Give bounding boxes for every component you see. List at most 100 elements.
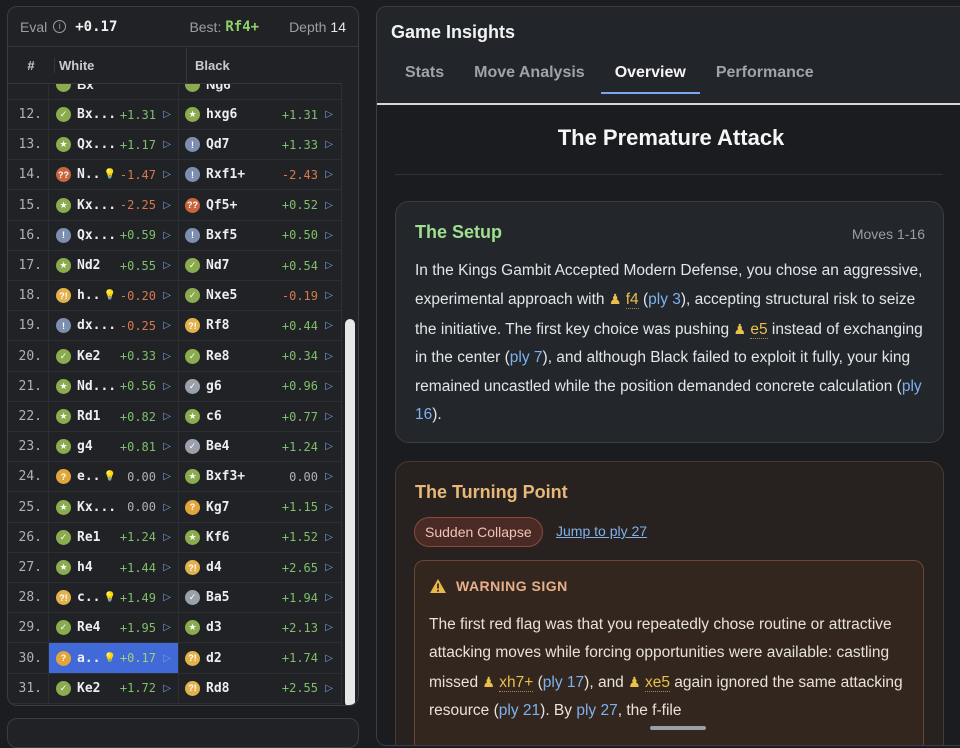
play-icon[interactable]: ▷ [325, 290, 333, 301]
lightbulb-icon[interactable]: 💡 [103, 471, 115, 482]
lightbulb-icon[interactable]: 💡 [103, 290, 115, 301]
play-icon[interactable]: ▷ [325, 139, 333, 150]
white-move-cell[interactable]: ★ h4 +1.44 ▷ [48, 552, 178, 583]
white-move-cell[interactable]: ?! h.. 💡 -0.20 ▷ [48, 280, 178, 311]
play-icon[interactable]: ▷ [163, 320, 171, 331]
white-move: Nd... [77, 378, 117, 394]
black-move-cell[interactable]: ✓ Nxe5 -0.19 ▷ [178, 280, 340, 311]
play-icon[interactable]: ▷ [325, 653, 333, 664]
black-move-cell[interactable]: ★ hxg6 +1.31 ▷ [178, 99, 340, 130]
play-icon[interactable]: ▷ [163, 230, 171, 241]
white-move-cell[interactable]: ✓ Bx... +1.31 ▷ [48, 99, 178, 130]
play-icon[interactable]: ▷ [163, 139, 171, 150]
play-icon[interactable]: ▷ [163, 532, 171, 543]
play-icon[interactable]: ▷ [163, 381, 171, 392]
lightbulb-icon[interactable]: 💡 [103, 592, 115, 603]
play-icon[interactable]: ▷ [163, 592, 171, 603]
black-move-cell[interactable]: ✓ Re8 +0.34 ▷ [178, 341, 340, 372]
lightbulb-icon[interactable]: 💡 [103, 653, 115, 664]
white-move-cell[interactable]: ?! c.. 💡 +1.49 ▷ [48, 582, 178, 613]
white-move-cell[interactable]: ✓ Re4 +1.95 ▷ [48, 612, 178, 643]
white-move-cell[interactable]: ✓ Ke2 +1.72 ▷ [48, 673, 178, 704]
tab-performance[interactable]: Performance [702, 55, 828, 94]
play-icon[interactable]: ▷ [163, 109, 171, 120]
play-icon[interactable]: ▷ [163, 471, 171, 482]
scrollbar-thumb[interactable] [345, 319, 355, 705]
black-move-cell[interactable]: Ng6 [178, 84, 340, 100]
white-move-cell[interactable]: ★ Nd... +0.56 ▷ [48, 371, 178, 402]
play-icon[interactable]: ▷ [325, 441, 333, 452]
lightbulb-icon[interactable]: 💡 [103, 169, 115, 180]
black-move-cell[interactable]: ?! d4 +2.65 ▷ [178, 552, 340, 583]
jump-to-ply-link[interactable]: Jump to ply 27 [556, 523, 647, 539]
black-move-cell[interactable]: ★ Kf6 +1.52 ▷ [178, 522, 340, 553]
play-icon[interactable]: ▷ [163, 290, 171, 301]
white-move-cell[interactable]: ? a.. 💡 +0.17 ▷ [48, 643, 178, 674]
white-move-cell[interactable]: ★ Qx... +1.17 ▷ [48, 129, 178, 160]
black-move-cell[interactable]: ! Bxf5 +0.50 ▷ [178, 220, 340, 251]
white-move-cell[interactable]: ✓ Re1 +1.24 ▷ [48, 522, 178, 553]
play-icon[interactable]: ▷ [325, 169, 333, 180]
white-move-cell[interactable]: ✓ Ke2 +0.33 ▷ [48, 341, 178, 372]
play-icon[interactable]: ▷ [163, 502, 171, 513]
black-move-cell[interactable]: ✓ Ba5 +1.94 ▷ [178, 582, 340, 613]
play-icon[interactable]: ▷ [325, 260, 333, 271]
play-icon[interactable]: ▷ [325, 683, 333, 694]
play-icon[interactable]: ▷ [325, 411, 333, 422]
tab-move-analysis[interactable]: Move Analysis [460, 55, 599, 94]
play-icon[interactable]: ▷ [325, 320, 333, 331]
black-move-cell[interactable]: ★ d3 +2.13 ▷ [178, 612, 340, 643]
play-icon[interactable]: ▷ [325, 230, 333, 241]
white-move-cell[interactable]: ★ Nd2 +0.55 ▷ [48, 250, 178, 281]
black-move-cell[interactable]: ?! Rd8 +2.55 ▷ [178, 673, 340, 704]
play-icon[interactable]: ▷ [163, 169, 171, 180]
white-move-cell[interactable]: ! dx... -0.25 ▷ [48, 310, 178, 341]
white-move-cell[interactable]: ★ Kx... -2.25 ▷ [48, 190, 178, 221]
white-move-cell[interactable]: Bx [48, 84, 178, 100]
scrollbar-track[interactable] [341, 84, 357, 705]
white-move-cell[interactable]: ★ Kx... 0.00 ▷ [48, 492, 178, 523]
play-icon[interactable]: ▷ [163, 260, 171, 271]
white-move-cell[interactable]: ? e.. 💡 0.00 ▷ [48, 461, 178, 492]
horizontal-scroll-indicator[interactable] [650, 726, 706, 730]
move-number: 29. [18, 620, 42, 636]
tab-stats[interactable]: Stats [391, 55, 458, 94]
play-icon[interactable]: ▷ [325, 592, 333, 603]
white-move-cell[interactable]: ! Qx... +0.59 ▷ [48, 220, 178, 251]
play-icon[interactable]: ▷ [163, 411, 171, 422]
black-move-cell[interactable]: ✓ g6 +0.96 ▷ [178, 371, 340, 402]
black-move-cell[interactable]: ! Rxf1+ -2.43 ▷ [178, 159, 340, 190]
black-move-cell[interactable]: ?! d2 +1.74 ▷ [178, 643, 340, 674]
black-move-cell[interactable]: ?! Rf8 +0.44 ▷ [178, 310, 340, 341]
play-icon[interactable]: ▷ [325, 502, 333, 513]
best-move-value[interactable]: Rf4+ [225, 19, 259, 35]
black-move-cell[interactable]: ! Qd7 +1.33 ▷ [178, 129, 340, 160]
play-icon[interactable]: ▷ [325, 622, 333, 633]
info-icon[interactable]: i [53, 20, 67, 33]
play-icon[interactable]: ▷ [325, 532, 333, 543]
play-icon[interactable]: ▷ [325, 109, 333, 120]
play-icon[interactable]: ▷ [325, 471, 333, 482]
white-move-cell[interactable]: ?? N.. 💡 -1.47 ▷ [48, 159, 178, 190]
play-icon[interactable]: ▷ [163, 653, 171, 664]
play-icon[interactable]: ▷ [163, 683, 171, 694]
move-table-body[interactable]: Bx Ng6 12. ✓ Bx... +1.31 ▷ ★ hxg6 +1.31 ▷ 13. ★ Qx...… [8, 84, 342, 705]
play-icon[interactable]: ▷ [163, 562, 171, 573]
play-icon[interactable]: ▷ [163, 351, 171, 362]
play-icon[interactable]: ▷ [163, 441, 171, 452]
tab-overview[interactable]: Overview [600, 55, 700, 94]
play-icon[interactable]: ▷ [163, 622, 171, 633]
play-icon[interactable]: ▷ [325, 562, 333, 573]
black-move-cell[interactable]: ✓ Be4 +1.24 ▷ [178, 431, 340, 462]
play-icon[interactable]: ▷ [325, 351, 333, 362]
black-move-cell[interactable]: ?? Qf5+ +0.52 ▷ [178, 190, 340, 221]
white-move-cell[interactable]: ★ g4 +0.81 ▷ [48, 431, 178, 462]
black-move-cell[interactable]: ★ c6 +0.77 ▷ [178, 401, 340, 432]
white-move-cell[interactable]: ★ Rd1 +0.82 ▷ [48, 401, 178, 432]
play-icon[interactable]: ▷ [325, 200, 333, 211]
play-icon[interactable]: ▷ [163, 200, 171, 211]
black-move-cell[interactable]: ★ Bxf3+ 0.00 ▷ [178, 461, 340, 492]
black-move-cell[interactable]: ✓ Nd7 +0.54 ▷ [178, 250, 340, 281]
black-move-cell[interactable]: ? Kg7 +1.15 ▷ [178, 492, 340, 523]
play-icon[interactable]: ▷ [325, 381, 333, 392]
